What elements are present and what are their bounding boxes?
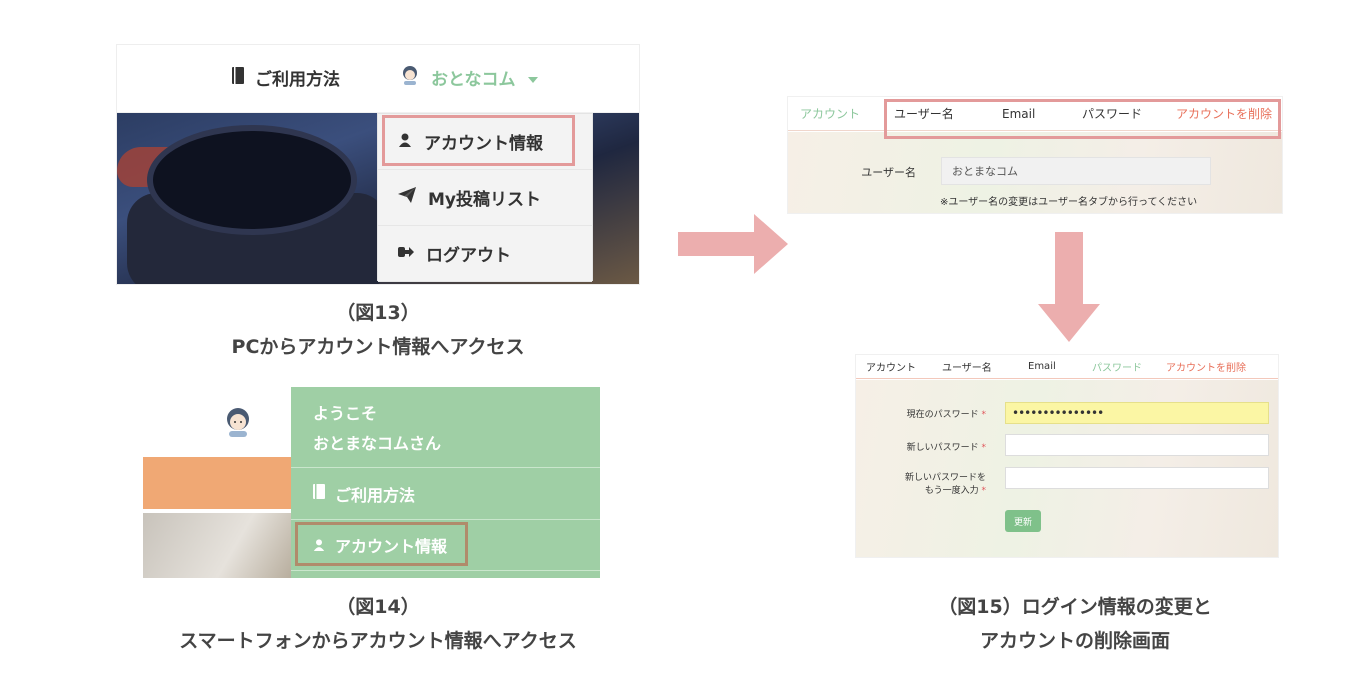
account-settings-username: アカウント ユーザー名 Email パスワード アカウントを削除 ユーザー名 お… — [787, 96, 1283, 214]
menu-help-label: ご利用方法 — [335, 485, 416, 505]
logout-label: ログアウト — [426, 246, 511, 266]
highlight-box — [295, 522, 468, 566]
avatar-area — [143, 387, 291, 457]
required-mark: * — [981, 443, 987, 453]
required-mark: * — [981, 410, 987, 420]
orange-band — [143, 457, 291, 509]
username-note: ※ユーザー名の変更はユーザー名タブから行ってください — [940, 197, 1198, 208]
tab-username[interactable]: ユーザー名 — [942, 359, 992, 374]
fig13-caption-line1: （図13） — [336, 302, 420, 324]
pc-top-nav: ご利用方法 おとなコム — [117, 45, 639, 113]
paper-plane-icon — [398, 187, 416, 208]
tab-account[interactable]: アカウント — [800, 105, 860, 122]
fig14-caption-line1: （図14） — [336, 596, 420, 618]
confirm-password-line2: もう一度入力 — [924, 486, 979, 496]
avatar-icon — [225, 407, 251, 441]
fig14-caption-line2: スマートフォンからアカウント情報へアクセス — [179, 630, 577, 652]
required-mark: * — [981, 486, 987, 496]
fig15-caption-line2: アカウントの削除画面 — [979, 630, 1170, 652]
username-field[interactable]: おとまなコム — [941, 157, 1211, 185]
dropdown-my-posts[interactable]: My投稿リスト — [378, 170, 592, 226]
new-password-label: 新しいパスワード * — [876, 440, 986, 453]
fig15-caption: （図15）ログイン情報の変更と アカウントの削除画面 — [840, 590, 1310, 658]
pc-screenshot: ご利用方法 おとなコム アカウント情報 My投稿リスト ログアウト — [116, 44, 640, 285]
book-icon — [231, 66, 245, 89]
sign-out-icon — [398, 244, 414, 264]
dropdown-logout[interactable]: ログアウト — [378, 226, 592, 282]
fig13-caption-line2: PCからアカウント情報へアクセス — [231, 336, 525, 358]
tab-account[interactable]: アカウント — [866, 359, 916, 374]
new-password-field[interactable] — [1005, 434, 1269, 456]
arrow-down-icon — [1038, 232, 1100, 342]
confirm-password-label: 新しいパスワードを もう一度入力 * — [876, 472, 986, 498]
confirm-password-field[interactable] — [1005, 467, 1269, 489]
account-tabs: アカウント ユーザー名 Email パスワード アカウントを削除 — [856, 355, 1278, 379]
menu-item-help[interactable]: ご利用方法 — [291, 467, 600, 519]
current-password-text: 現在のパスワード — [906, 410, 979, 420]
highlight-box — [382, 115, 575, 166]
arrow-right-icon — [678, 214, 788, 274]
username-label: ユーザー名 — [861, 166, 916, 179]
fig13-caption: （図13） PCからアカウント情報へアクセス — [116, 296, 640, 364]
tab-delete-account[interactable]: アカウントを削除 — [1166, 359, 1246, 374]
nav-help-link[interactable]: ご利用方法 — [231, 65, 340, 90]
new-password-text: 新しいパスワード — [906, 443, 979, 453]
update-button[interactable]: 更新 — [1005, 510, 1041, 532]
fig15-caption-line1: （図15）ログイン情報の変更と — [938, 596, 1212, 618]
highlight-box — [884, 99, 1281, 139]
welcome-line2: おとまなコムさん — [313, 434, 442, 453]
smartphone-screenshot: ようこそ おとまなコムさん ご利用方法 アカウント情報 — [143, 387, 600, 578]
tab-email[interactable]: Email — [1028, 361, 1056, 372]
nav-user-menu[interactable]: おとなコム — [401, 65, 538, 90]
book-icon — [313, 484, 325, 503]
welcome-line1: ようこそ — [313, 404, 378, 423]
nav-user-label: おとなコム — [431, 70, 516, 90]
avatar-icon — [401, 65, 419, 90]
caret-down-icon — [527, 68, 538, 88]
current-password-field[interactable]: ••••••••••••••• — [1005, 402, 1269, 424]
account-settings-password: アカウント ユーザー名 Email パスワード アカウントを削除 現在のパスワー… — [855, 354, 1279, 558]
current-password-label: 現在のパスワード * — [876, 407, 986, 420]
welcome-text: ようこそ おとまなコムさん — [313, 399, 441, 459]
tab-password[interactable]: パスワード — [1092, 359, 1142, 374]
nav-help-label: ご利用方法 — [255, 70, 340, 90]
fig14-caption: （図14） スマートフォンからアカウント情報へアクセス — [116, 590, 640, 658]
background-photo — [143, 513, 291, 578]
my-posts-label: My投稿リスト — [428, 190, 541, 210]
confirm-password-line1: 新しいパスワードを — [904, 473, 986, 483]
